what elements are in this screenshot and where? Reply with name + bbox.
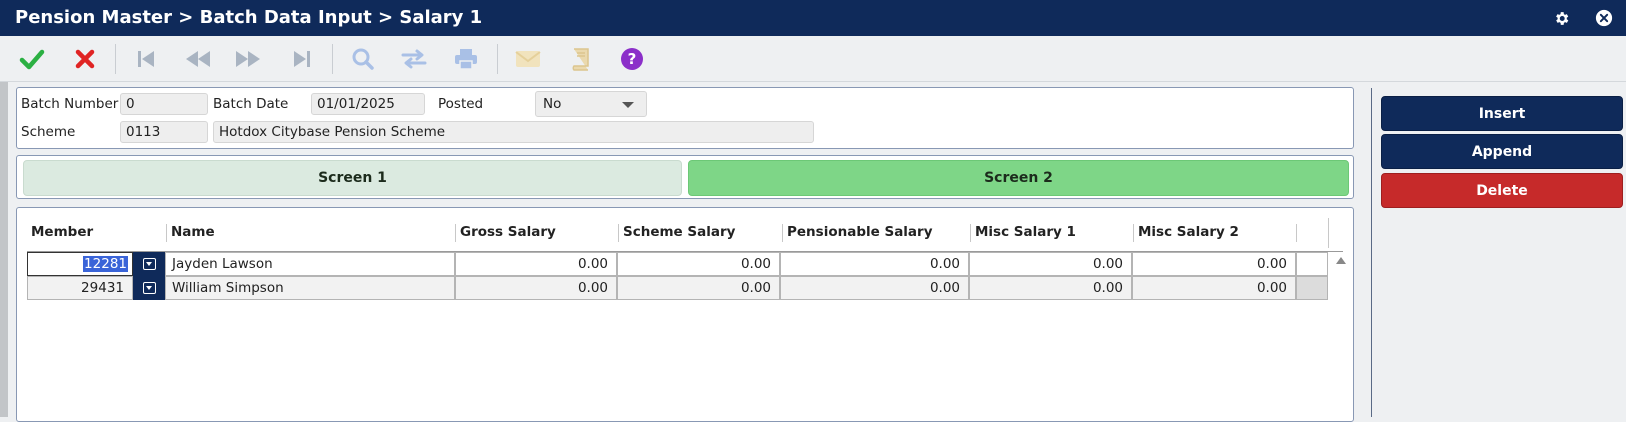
member-value: 12281 xyxy=(83,256,128,272)
envelope-icon[interactable] xyxy=(513,44,543,74)
row-end-cell xyxy=(1296,252,1328,276)
column-separator xyxy=(1296,224,1297,242)
scheme-salary-cell[interactable]: 0.00 xyxy=(617,276,780,300)
cross-icon[interactable] xyxy=(70,44,100,74)
batch-date-label: Batch Date xyxy=(213,96,289,112)
last-record-icon[interactable] xyxy=(287,44,317,74)
column-header-pensionable-salary[interactable]: Pensionable Salary xyxy=(787,224,933,240)
toolbar-separator xyxy=(497,44,498,74)
column-header-name[interactable]: Name xyxy=(171,224,215,240)
batch-number-label: Batch Number xyxy=(21,96,119,112)
title-bar: Pension Master > Batch Data Input > Sala… xyxy=(0,0,1626,36)
fast-forward-icon[interactable] xyxy=(233,44,263,74)
misc-salary-1-cell[interactable]: 0.00 xyxy=(969,252,1132,276)
member-cell[interactable]: 29431 xyxy=(27,276,133,300)
printer-icon[interactable] xyxy=(451,44,481,74)
batch-number-field[interactable]: 0 xyxy=(120,93,208,115)
column-separator xyxy=(455,224,456,242)
sidebar-divider xyxy=(1371,88,1372,417)
posted-select[interactable]: No xyxy=(535,91,647,117)
misc-salary-2-cell[interactable]: 0.00 xyxy=(1132,252,1296,276)
name-cell[interactable]: Jayden Lawson xyxy=(165,252,455,276)
gross-salary-cell[interactable]: 0.00 xyxy=(455,276,617,300)
insert-button[interactable]: Insert xyxy=(1381,96,1623,131)
window-title: Pension Master > Batch Data Input > Sala… xyxy=(15,7,483,28)
svg-text:?: ? xyxy=(628,50,637,68)
posted-label: Posted xyxy=(438,96,484,112)
column-separator xyxy=(1133,224,1134,242)
tab-screen-1[interactable]: Screen 1 xyxy=(23,160,682,196)
tab-screen-2[interactable]: Screen 2 xyxy=(688,160,1349,196)
row-end-cell xyxy=(1296,276,1328,300)
toolbar: ? xyxy=(0,36,1626,82)
pensionable-salary-cell[interactable]: 0.00 xyxy=(780,276,969,300)
close-icon[interactable] xyxy=(1595,9,1613,27)
chevron-down-icon xyxy=(622,102,634,108)
batch-date-field[interactable]: 01/01/2025 xyxy=(311,93,425,115)
column-header-member[interactable]: Member xyxy=(31,224,93,240)
misc-salary-1-cell[interactable]: 0.00 xyxy=(969,276,1132,300)
name-cell[interactable]: William Simpson xyxy=(165,276,455,300)
help-icon[interactable]: ? xyxy=(617,44,647,74)
column-header-misc-salary-2[interactable]: Misc Salary 2 xyxy=(1138,224,1239,240)
scheme-label: Scheme xyxy=(21,124,76,140)
delete-button[interactable]: Delete xyxy=(1381,173,1623,208)
checkmark-icon[interactable] xyxy=(17,44,47,74)
member-lookup-button[interactable] xyxy=(133,276,165,300)
salary-grid: Member Name Gross Salary Scheme Salary P… xyxy=(16,207,1354,422)
table-row[interactable]: 29431 William Simpson 0.00 0.00 0.00 0.0… xyxy=(27,276,1343,300)
gross-salary-cell[interactable]: 0.00 xyxy=(455,252,617,276)
first-record-icon[interactable] xyxy=(131,44,161,74)
column-separator xyxy=(782,224,783,242)
column-header-gross-salary[interactable]: Gross Salary xyxy=(460,224,556,240)
swap-icon[interactable] xyxy=(399,44,429,74)
scheme-code-field[interactable]: 0113 xyxy=(120,121,208,143)
vertical-scrollbar[interactable] xyxy=(1332,252,1348,417)
scheme-name-field: Hotdox Citybase Pension Scheme xyxy=(213,121,814,143)
column-separator xyxy=(166,224,167,242)
posted-value: No xyxy=(543,96,562,112)
column-separator xyxy=(618,224,619,242)
append-button[interactable]: Append xyxy=(1381,134,1623,169)
scheme-salary-cell[interactable]: 0.00 xyxy=(617,252,780,276)
table-row[interactable]: 12281 Jayden Lawson 0.00 0.00 0.00 0.00 … xyxy=(27,252,1343,276)
notebook-icon[interactable] xyxy=(565,44,595,74)
column-separator xyxy=(970,224,971,242)
member-cell[interactable]: 12281 xyxy=(27,252,133,276)
column-header-misc-salary-1[interactable]: Misc Salary 1 xyxy=(975,224,1076,240)
gear-icon[interactable] xyxy=(1552,9,1570,27)
column-separator xyxy=(1328,218,1329,248)
scroll-up-icon[interactable] xyxy=(1336,257,1346,264)
toolbar-separator xyxy=(332,44,333,74)
window-edge xyxy=(0,82,8,417)
rewind-icon[interactable] xyxy=(183,44,213,74)
search-icon[interactable] xyxy=(348,44,378,74)
chevron-down-icon xyxy=(142,282,156,294)
screen-tabs: Screen 1 Screen 2 xyxy=(16,155,1354,199)
chevron-down-icon xyxy=(142,258,156,270)
misc-salary-2-cell[interactable]: 0.00 xyxy=(1132,276,1296,300)
column-header-scheme-salary[interactable]: Scheme Salary xyxy=(623,224,735,240)
pensionable-salary-cell[interactable]: 0.00 xyxy=(780,252,969,276)
toolbar-separator xyxy=(115,44,116,74)
member-lookup-button[interactable] xyxy=(133,252,165,276)
batch-header-panel: Batch Number 0 Batch Date 01/01/2025 Pos… xyxy=(16,87,1354,149)
